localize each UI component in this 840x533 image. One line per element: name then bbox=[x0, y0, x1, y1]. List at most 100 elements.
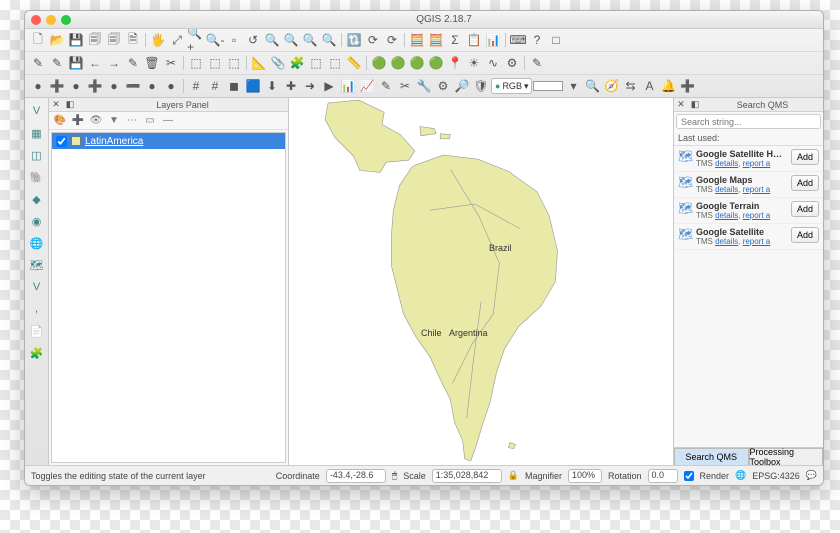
qms-add-button[interactable]: Add bbox=[791, 201, 819, 217]
toolbar-button[interactable]: 🔍 bbox=[301, 31, 319, 49]
toolbar-button[interactable]: ⬚ bbox=[187, 54, 205, 72]
add-vector-icon[interactable]: V bbox=[28, 102, 46, 120]
messages-icon[interactable]: 💬 bbox=[806, 470, 817, 481]
toolbar-button[interactable]: ∿ bbox=[484, 54, 502, 72]
toolbar-button[interactable]: 🗐 bbox=[105, 31, 123, 49]
toolbar-button[interactable]: ● bbox=[162, 77, 180, 95]
toolbar-button[interactable]: 🧩 bbox=[288, 54, 306, 72]
toolbar-button[interactable]: 🔍 bbox=[263, 31, 281, 49]
toolbar-button[interactable]: ✎ bbox=[124, 54, 142, 72]
toolbar-button[interactable]: ⚙ bbox=[503, 54, 521, 72]
toolbar-button[interactable]: ◼ bbox=[225, 77, 243, 95]
toolbar-button[interactable]: 🔃 bbox=[345, 31, 363, 49]
toolbar-button[interactable]: 📊 bbox=[484, 31, 502, 49]
add-wms-icon[interactable]: 🌐 bbox=[28, 234, 46, 252]
toolbar-button[interactable]: 🟢 bbox=[427, 54, 445, 72]
qms-report-link[interactable]: report a bbox=[743, 211, 771, 220]
toolbar-button[interactable]: 📐 bbox=[250, 54, 268, 72]
toolbar-button[interactable]: 🛡 bbox=[472, 77, 490, 95]
add-mesh-icon[interactable]: ◫ bbox=[28, 146, 46, 164]
toolbar-button[interactable]: 💾 bbox=[67, 54, 85, 72]
toolbar-button[interactable]: ▾ bbox=[564, 77, 582, 95]
toolbar-button[interactable]: 🟢 bbox=[389, 54, 407, 72]
rotation-value[interactable]: 0.0 bbox=[648, 469, 678, 483]
color-swatch[interactable] bbox=[533, 81, 563, 91]
add-group-icon[interactable]: ➕ bbox=[71, 114, 85, 128]
toolbar-button[interactable]: 🟦 bbox=[244, 77, 262, 95]
mouse-icon[interactable]: 🖱 bbox=[392, 470, 397, 481]
qms-details-link[interactable]: details bbox=[715, 159, 738, 168]
toolbar-button[interactable]: □ bbox=[547, 31, 565, 49]
toolbar-button[interactable]: 🗋 bbox=[29, 31, 47, 49]
toolbar-button[interactable]: 🔧 bbox=[415, 77, 433, 95]
toolbar-button[interactable]: 🧮 bbox=[427, 31, 445, 49]
toolbar-button[interactable]: ● bbox=[105, 77, 123, 95]
toolbar-button[interactable]: ➖ bbox=[124, 77, 142, 95]
expand-icon[interactable]: ⋯ bbox=[125, 114, 139, 128]
toolbar-button[interactable]: ● bbox=[29, 77, 47, 95]
toolbar-button[interactable]: ✂ bbox=[162, 54, 180, 72]
toolbar-button[interactable]: 🔍 bbox=[583, 77, 601, 95]
maximize-button[interactable] bbox=[61, 15, 71, 25]
qms-search-input[interactable] bbox=[676, 114, 821, 129]
toolbar-button[interactable]: A bbox=[640, 77, 658, 95]
toolbar-button[interactable]: 🧮 bbox=[408, 31, 426, 49]
qms-report-link[interactable]: report a bbox=[743, 237, 771, 246]
toolbar-button[interactable]: 🔍- bbox=[206, 31, 224, 49]
toolbar-button[interactable]: 🔍 bbox=[320, 31, 338, 49]
panel-undock-icon[interactable]: ◧ bbox=[63, 99, 77, 110]
qms-add-button[interactable]: Add bbox=[791, 175, 819, 191]
toolbar-button[interactable]: ✎ bbox=[528, 54, 546, 72]
render-checkbox[interactable] bbox=[684, 471, 694, 481]
scale-value[interactable]: 1:35,028,842 bbox=[432, 469, 502, 483]
toolbar-button[interactable]: ⬚ bbox=[206, 54, 224, 72]
panel-close-icon[interactable]: ✕ bbox=[49, 99, 63, 110]
toolbar-button[interactable]: ✎ bbox=[29, 54, 47, 72]
qms-add-button[interactable]: Add bbox=[791, 149, 819, 165]
toolbar-button[interactable]: ⬚ bbox=[326, 54, 344, 72]
add-postgis-icon[interactable]: 🐘 bbox=[28, 168, 46, 186]
crs-button[interactable]: 🌐 bbox=[735, 470, 746, 481]
toolbar-button[interactable]: 💾 bbox=[67, 31, 85, 49]
toolbar-button[interactable]: ? bbox=[528, 31, 546, 49]
toolbar-button[interactable]: ← bbox=[86, 54, 104, 72]
toolbar-button[interactable]: 📂 bbox=[48, 31, 66, 49]
toolbar-button[interactable]: 📏 bbox=[345, 54, 363, 72]
toolbar-button[interactable]: ● bbox=[143, 77, 161, 95]
toolbar-button[interactable]: ➜ bbox=[301, 77, 319, 95]
toolbar-button[interactable]: → bbox=[105, 54, 123, 72]
toolbar-button[interactable]: 🔍+ bbox=[187, 31, 205, 49]
add-mssql-icon[interactable]: ◉ bbox=[28, 212, 46, 230]
toolbar-button[interactable]: ⬚ bbox=[307, 54, 325, 72]
toolbar-button[interactable]: # bbox=[206, 77, 224, 95]
qms-close-icon[interactable]: ✕ bbox=[674, 99, 688, 110]
toolbar-button[interactable]: ▫ bbox=[225, 31, 243, 49]
toolbar-button[interactable]: ⤢ bbox=[168, 31, 186, 49]
toolbar-button[interactable]: ⬇ bbox=[263, 77, 281, 95]
tab-search-qms[interactable]: Search QMS bbox=[674, 448, 749, 465]
toolbar-button[interactable]: ⟳ bbox=[364, 31, 382, 49]
qms-report-link[interactable]: report a bbox=[743, 159, 771, 168]
close-button[interactable] bbox=[31, 15, 41, 25]
toolbar-button[interactable]: ➕ bbox=[86, 77, 104, 95]
qms-details-link[interactable]: details bbox=[715, 211, 738, 220]
new-shapefile-icon[interactable]: 📄 bbox=[28, 322, 46, 340]
toolbar-button[interactable]: ⚙ bbox=[434, 77, 452, 95]
toolbar-button[interactable]: 🗐 bbox=[86, 31, 104, 49]
map-canvas[interactable]: Brazil Chile Argentina bbox=[289, 98, 673, 465]
toolbar-button[interactable]: 🗑 bbox=[143, 54, 161, 72]
toolbar-button[interactable]: ☀ bbox=[465, 54, 483, 72]
add-csv-icon[interactable]: , bbox=[28, 300, 46, 318]
toolbar-button[interactable]: 🔔 bbox=[659, 77, 677, 95]
toolbar-button[interactable]: 🖐 bbox=[149, 31, 167, 49]
qms-details-link[interactable]: details bbox=[715, 185, 738, 194]
toolbar-button[interactable]: 🔎 bbox=[453, 77, 471, 95]
toolbar-button[interactable]: ⬚ bbox=[225, 54, 243, 72]
style-icon[interactable]: 🎨 bbox=[53, 114, 67, 128]
toolbar-button[interactable]: ● bbox=[67, 77, 85, 95]
collapse-icon[interactable]: ▭ bbox=[143, 114, 157, 128]
add-wcs-icon[interactable]: 🗺 bbox=[28, 256, 46, 274]
toolbar-button[interactable]: ▶ bbox=[320, 77, 338, 95]
qms-add-button[interactable]: Add bbox=[791, 227, 819, 243]
add-spatialite-icon[interactable]: ◆ bbox=[28, 190, 46, 208]
